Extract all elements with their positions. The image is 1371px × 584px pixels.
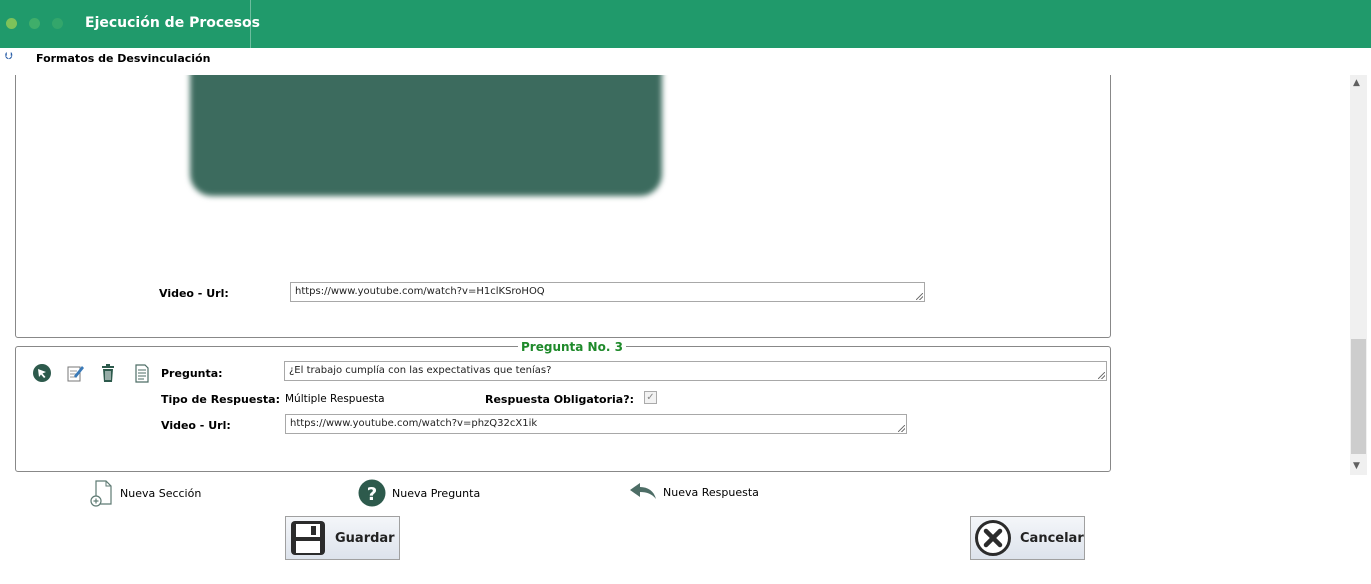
video-url-field[interactable]: https://www.youtube.com/watch?v=phzQ32cX… bbox=[285, 414, 907, 434]
new-section-action[interactable]: Nueva Sección bbox=[90, 480, 201, 507]
window-dot-3[interactable] bbox=[52, 18, 63, 29]
window-title: Ejecución de Procesos bbox=[85, 15, 260, 31]
save-button-label: Guardar bbox=[335, 530, 395, 546]
window-dots bbox=[6, 18, 63, 29]
window-dot-2[interactable] bbox=[29, 18, 40, 29]
title-bar: Ejecución de Procesos bbox=[0, 0, 1371, 48]
svg-text:?: ? bbox=[367, 484, 377, 505]
required-answer-checkbox[interactable]: ✓ bbox=[644, 391, 657, 404]
save-button[interactable]: Guardar bbox=[285, 516, 400, 560]
trash-icon[interactable] bbox=[98, 363, 118, 383]
question-panel: Pregunta No. 3 Pregunta: ¿El trabajo cum… bbox=[15, 340, 1111, 472]
cancel-button[interactable]: Cancelar bbox=[970, 516, 1085, 560]
new-question-action[interactable]: ? Nueva Pregunta bbox=[358, 479, 480, 507]
resize-grip-icon[interactable] bbox=[898, 425, 905, 432]
answer-type-value: Múltiple Respuesta bbox=[285, 393, 385, 405]
window-dot-1[interactable] bbox=[6, 18, 17, 29]
video-url-field[interactable]: https://www.youtube.com/watch?v=H1clKSro… bbox=[290, 282, 925, 302]
question-text-value: ¿El trabajo cumplía con las expectativas… bbox=[289, 365, 552, 376]
cancel-x-icon bbox=[975, 520, 1011, 556]
video-url-value: https://www.youtube.com/watch?v=phzQ32cX… bbox=[290, 418, 538, 429]
video-preview[interactable] bbox=[190, 75, 662, 196]
scrollbar-thumb[interactable] bbox=[1351, 339, 1366, 454]
required-answer-label: Respuesta Obligatoria?: bbox=[485, 393, 634, 406]
new-section-label: Nueva Sección bbox=[120, 487, 202, 500]
question-legend: Pregunta No. 3 bbox=[518, 340, 626, 354]
resize-grip-icon[interactable] bbox=[1098, 372, 1105, 379]
video-url-label: Video - Url: bbox=[161, 419, 231, 432]
previous-question-panel: Video - Url: https://www.youtube.com/wat… bbox=[15, 75, 1111, 338]
edit-icon[interactable] bbox=[65, 363, 85, 383]
new-answer-action[interactable]: Nueva Respuesta bbox=[629, 482, 759, 502]
new-section-icon bbox=[90, 480, 112, 507]
title-divider bbox=[250, 0, 251, 48]
question-text-field[interactable]: ¿El trabajo cumplía con las expectativas… bbox=[284, 361, 1107, 381]
answer-type-label: Tipo de Respuesta: bbox=[161, 393, 280, 406]
video-url-value: https://www.youtube.com/watch?v=H1clKSro… bbox=[295, 286, 545, 297]
cancel-button-label: Cancelar bbox=[1020, 530, 1084, 546]
video-url-label: Video - Url: bbox=[159, 287, 229, 300]
form-scroll-area: Video - Url: https://www.youtube.com/wat… bbox=[0, 75, 1350, 475]
vertical-scrollbar[interactable]: ▲ ▼ bbox=[1350, 75, 1367, 475]
select-cursor-icon[interactable] bbox=[32, 363, 52, 383]
question-label: Pregunta: bbox=[161, 367, 223, 380]
resize-grip-icon[interactable] bbox=[916, 293, 923, 300]
floppy-disk-icon bbox=[291, 521, 325, 555]
collapse-arrow-icon[interactable]: ⮋ bbox=[5, 51, 13, 62]
new-answer-label: Nueva Respuesta bbox=[663, 485, 759, 499]
page-title: Formatos de Desvinculación bbox=[36, 52, 211, 65]
scroll-down-icon[interactable]: ▼ bbox=[1353, 461, 1360, 471]
scroll-up-icon[interactable]: ▲ bbox=[1353, 78, 1360, 88]
document-icon[interactable] bbox=[132, 363, 152, 383]
help-question-icon: ? bbox=[358, 479, 386, 507]
reply-arrow-icon bbox=[630, 483, 656, 499]
new-question-label: Nueva Pregunta bbox=[392, 486, 481, 500]
